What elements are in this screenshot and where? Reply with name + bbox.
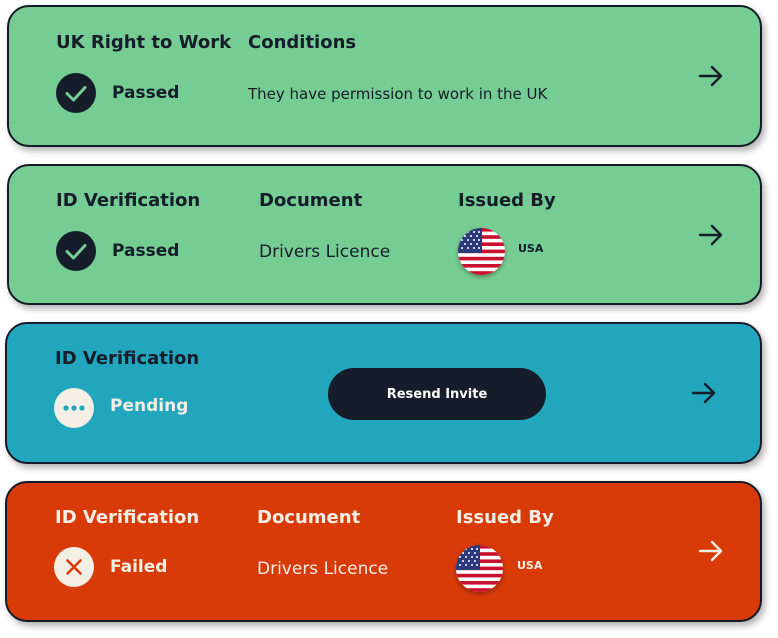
usa-flag-icon [458,228,505,275]
issued-country: USA [518,242,544,255]
issued-by-header: Issued By [458,190,556,211]
x-icon [54,547,94,587]
id-verification-card-passed[interactable] [7,164,762,305]
card-title: UK Right to Work [56,32,232,53]
right-to-work-card[interactable] [7,5,762,147]
check-icon [56,231,96,271]
status-label: Passed [112,241,180,261]
document-value: Drivers Licence [259,242,391,262]
status-label: Failed [110,557,168,577]
document-header: Document [259,190,363,211]
check-icon [56,73,96,113]
arrow-right-icon[interactable] [690,379,718,407]
id-verification-card-failed[interactable] [5,481,762,622]
document-value: Drivers Licence [257,559,389,579]
arrow-right-icon[interactable] [697,62,725,90]
issued-by-header: Issued By [456,507,554,528]
conditions-text: They have permission to work in the UK [248,85,548,103]
status-label: Passed [112,83,180,103]
card-title: ID Verification [56,190,201,211]
ellipsis-icon [54,388,94,428]
card-title: ID Verification [55,348,200,369]
issued-country: USA [517,559,543,572]
arrow-right-icon[interactable] [697,537,725,565]
card-title: ID Verification [55,507,200,528]
conditions-header: Conditions [248,32,357,53]
arrow-right-icon[interactable] [697,221,725,249]
status-label: Pending [110,396,189,416]
usa-flag-icon [456,545,503,592]
document-header: Document [257,507,361,528]
resend-invite-button[interactable]: Resend Invite [328,368,546,420]
